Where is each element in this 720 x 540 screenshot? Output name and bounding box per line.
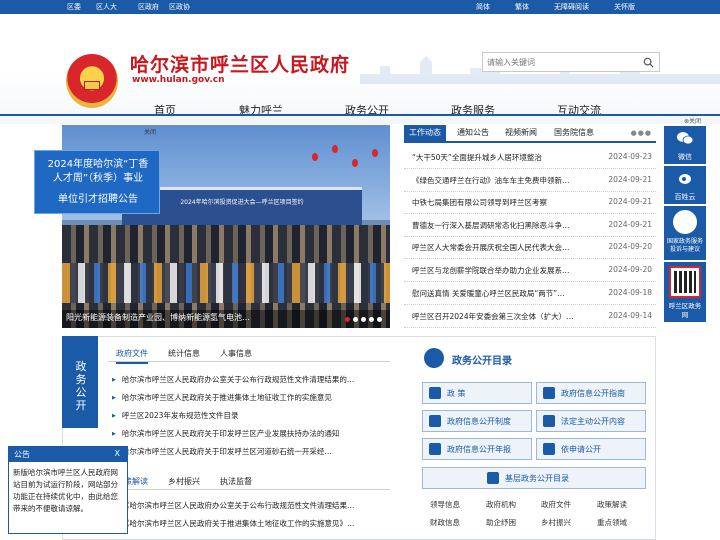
tab-notices[interactable]: 通知公告: [457, 125, 489, 141]
category-business-relief[interactable]: 助企纾困: [486, 517, 516, 528]
tab-gov-documents[interactable]: 政府文件: [116, 348, 148, 364]
category-leader-info[interactable]: 领导信息: [430, 499, 460, 510]
document-icon: [543, 443, 555, 455]
news-row[interactable]: 呼兰区人大常委会开展庆祝全国人民代表大会… 2024-09-20: [404, 237, 656, 259]
search-input[interactable]: [487, 56, 637, 69]
link-traditional[interactable]: 繁体: [515, 2, 529, 12]
link-district-cppcc[interactable]: 区政协: [169, 2, 190, 12]
category-rural-revitalization[interactable]: 乡村振兴: [541, 517, 571, 528]
list-item[interactable]: 《哈尔滨市呼兰区人民政府关于推进集体土地征收工作的实施意见》…: [122, 518, 384, 529]
gov-network-button[interactable]: 呼兰区政务网: [664, 262, 706, 322]
document-icon: [429, 387, 441, 399]
annual-report-button[interactable]: 政府信息公开年报: [422, 438, 532, 460]
top-bar: 区委 区人大 区政府 区政协 简体 繁体 无障碍阅读 关怀版: [0, 0, 720, 14]
document-icon: [487, 472, 499, 484]
category-key-areas[interactable]: 重点领域: [597, 517, 627, 528]
policy-button[interactable]: 政 策: [422, 382, 532, 404]
header-divider: [0, 114, 720, 116]
notice-popup: 公告 X 新版哈尔滨市呼兰区人民政府网站目前为试运行阶段，网站部分功能正在持续优…: [8, 446, 128, 534]
tab-state-council-info[interactable]: 国务院信息: [554, 125, 594, 141]
recruit-line-3: 单位引才招聘公告: [58, 194, 138, 205]
notice-body: 新版哈尔滨市呼兰区人民政府网站目前为试运行阶段，网站部分功能正在持续优化中，由此…: [13, 468, 118, 513]
notice-close-button[interactable]: X: [115, 449, 120, 458]
link-care-version[interactable]: 关怀版: [614, 2, 635, 12]
category-gov-documents[interactable]: 政府文件: [541, 499, 571, 510]
main-nav: 首页 魅力呼兰 政务公开 政务服务 互动交流: [0, 100, 720, 120]
recruit-line-1: 2024年度哈尔滨“丁香: [47, 159, 149, 170]
notice-title: 公告: [14, 450, 30, 459]
news-tabs: 工作动态 通知公告 视频新闻 国务院信息 ●●●: [404, 125, 656, 143]
link-district-government[interactable]: 区政府: [138, 2, 159, 12]
link-district-congress[interactable]: 区人大: [96, 2, 117, 12]
document-icon: [543, 387, 555, 399]
complaint-button[interactable]: 国家政务服务投诉与建议: [664, 206, 706, 260]
slider-caption[interactable]: 阳光新能源装备制造产业园、博纳新能源氢气电池…: [66, 312, 250, 323]
site-title[interactable]: 哈尔滨市呼兰区人民政府: [130, 50, 350, 77]
tab-personnel[interactable]: 人事信息: [220, 348, 252, 359]
category-finance-info[interactable]: 财政信息: [430, 517, 460, 528]
news-row[interactable]: 呼兰区召开2024年安委会第三次全体（扩大）… 2024-09-14: [404, 306, 656, 328]
document-icon: [543, 415, 555, 427]
tab-rural-revitalization[interactable]: 乡村振兴: [168, 476, 200, 487]
gov-service-emblem-icon: [673, 210, 697, 234]
list-item[interactable]: 哈尔滨市呼兰区人民政府关于推进集体土地征收工作的实施意见: [112, 392, 382, 410]
grassroots-directory-button[interactable]: 基层政务公开目录: [422, 467, 646, 489]
tab-statistics[interactable]: 统计信息: [168, 348, 200, 359]
search-icon[interactable]: [643, 57, 654, 68]
category-policy-interpretation[interactable]: 政策解读: [597, 499, 627, 510]
news-row[interactable]: 曹德友一行深入基层调研常态化扫黑除恶斗争… 2024-09-21: [404, 215, 656, 237]
list-item[interactable]: 哈尔滨市呼兰区人民政府办公室关于公布行政规范性文件清理结果的…: [112, 374, 382, 392]
weibo-button[interactable]: 百姓云: [664, 166, 706, 204]
recruitment-banner[interactable]: 2024年度哈尔滨“丁香 人才周”（秋季）事业 单位引才招聘公告: [34, 150, 160, 214]
news-panel: 工作动态 通知公告 视频新闻 国务院信息 ●●● “大干50天”全面提升城乡人居…: [404, 125, 656, 330]
stage-banner-text: 2024年哈尔滨投资促进大会—呼兰区项目签约: [180, 199, 304, 206]
slider-close-link[interactable]: 关闭: [144, 127, 156, 136]
tab-video-news[interactable]: 视频新闻: [505, 125, 537, 141]
document-icon: [429, 415, 441, 427]
tab-law-enforcement[interactable]: 执法监督: [220, 476, 252, 487]
list-item[interactable]: 呼兰区2023年发布规范性文件目录: [112, 410, 382, 428]
list-item[interactable]: 《哈尔滨市呼兰区人民政府办公室关于公布行政规范性文件清理结果…: [122, 500, 384, 511]
list-item[interactable]: 哈尔滨市呼兰区人民政府关于印发呼兰区河道砂石统一开采经…: [112, 446, 382, 464]
publications-tabs: 政府文件 统计信息 人事信息: [108, 344, 390, 364]
book-icon: [424, 348, 444, 368]
site-url: www.hulan.gov.cn: [132, 75, 225, 85]
news-row[interactable]: 呼兰区与龙创薪学院联合举办助力企业发展系… 2024-09-20: [404, 260, 656, 282]
statutory-content-button[interactable]: 法定主动公开内容: [536, 410, 646, 432]
news-row[interactable]: 慰问送真情 关爱暖童心呼兰区民政局“两节”… 2024-09-18: [404, 283, 656, 305]
disclosure-system-button[interactable]: 政府信息公开制度: [422, 410, 532, 432]
slider-dots[interactable]: [342, 315, 382, 324]
gov-disclosure-vertical-tab[interactable]: 政 务 公 开: [62, 336, 98, 428]
application-disclosure-button[interactable]: 依申请公开: [536, 438, 646, 460]
news-row[interactable]: “大干50天”全面提升城乡人居环境整治 2024-09-23: [404, 147, 656, 169]
tab-work-news[interactable]: 工作动态: [404, 125, 446, 141]
directory-header: 政务公开目录: [424, 348, 656, 370]
link-accessible-reading[interactable]: 无障碍阅读: [554, 2, 589, 12]
float-close-link[interactable]: ⊗关闭: [684, 116, 701, 125]
disclosure-guide-button[interactable]: 政府信息公开指南: [536, 382, 646, 404]
link-district-committee[interactable]: 区委: [67, 2, 81, 12]
recruit-line-2: 人才周”（秋季）事业: [52, 173, 144, 184]
notice-header: 公告 X: [9, 447, 127, 462]
news-row[interactable]: 中铁七局集团有限公司领导到呼兰区考察 2024-09-21: [404, 192, 656, 214]
qr-code-icon: [669, 266, 701, 298]
category-gov-agencies[interactable]: 政府机构: [486, 499, 516, 510]
link-simplified[interactable]: 简体: [476, 2, 490, 12]
site-header: ★ 哈尔滨市呼兰区人民政府 www.hulan.gov.cn 首页 魅力呼兰 政…: [0, 14, 720, 124]
document-icon: [429, 443, 441, 455]
news-more-icon[interactable]: ●●●: [631, 129, 652, 137]
weibo-icon: [679, 174, 691, 184]
list-item[interactable]: 哈尔滨市呼兰区人民政府关于印发呼兰区产业发展扶持办法的通知: [112, 428, 382, 446]
wechat-icon: [677, 132, 693, 145]
wechat-button[interactable]: 微信: [664, 126, 706, 164]
search-box: [482, 52, 660, 72]
news-row[interactable]: 《绿色交通呼兰在行动》油车车主免费申领新… 2024-09-21: [404, 170, 656, 192]
